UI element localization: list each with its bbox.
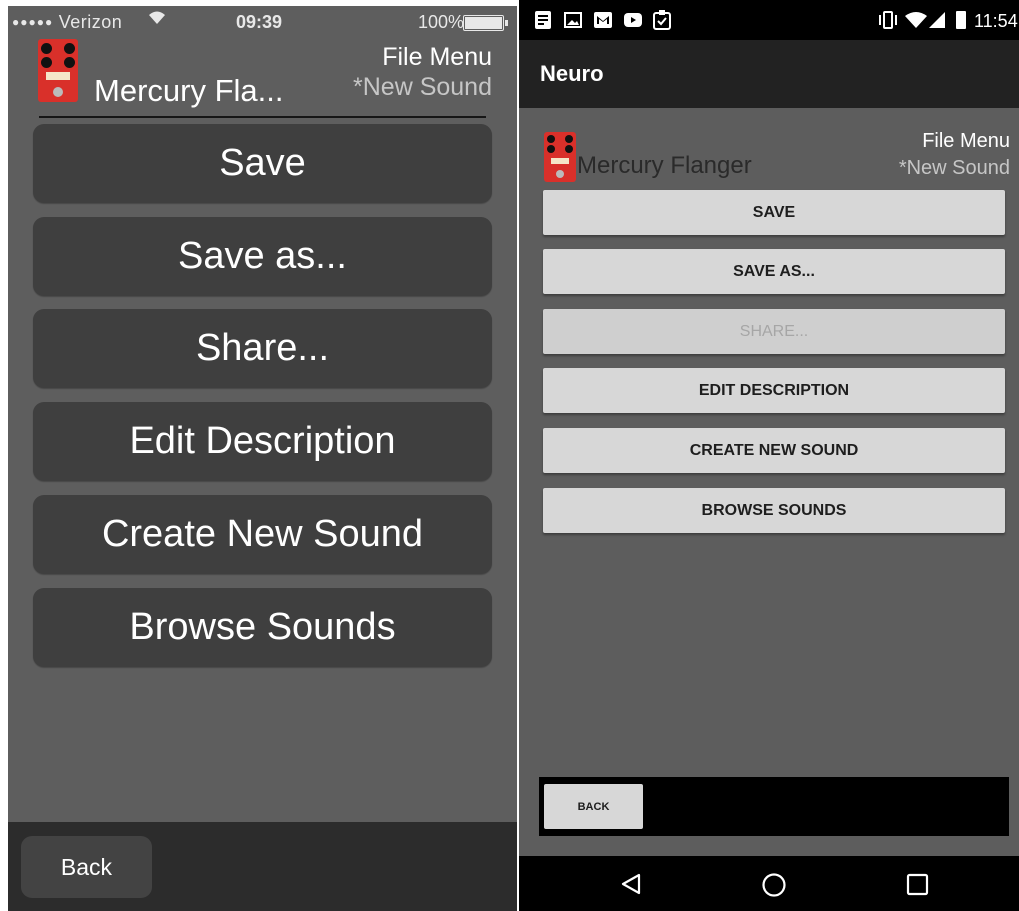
carrier-name: Verizon	[58, 12, 123, 32]
android-screen: 11:54 Neuro Mercury Flanger File Menu *N…	[519, 0, 1019, 911]
cell-signal-icon	[929, 12, 945, 28]
share-button[interactable]: SHARE...	[543, 309, 1005, 354]
sound-subtitle: *New Sound	[353, 73, 492, 101]
vibrate-icon	[879, 11, 897, 29]
app-title: Neuro	[540, 61, 604, 86]
image-icon	[564, 12, 582, 28]
create-new-sound-button[interactable]: Create New Sound	[33, 495, 492, 574]
back-triangle-icon[interactable]	[619, 872, 643, 896]
recents-square-icon[interactable]	[906, 873, 930, 897]
sound-title: Mercury Flanger	[577, 152, 752, 179]
wifi-icon	[905, 12, 927, 28]
android-content: Mercury Flanger File Menu *New Sound SAV…	[519, 108, 1019, 856]
back-bar: BACK	[539, 777, 1009, 836]
header-divider	[39, 116, 486, 118]
wifi-icon	[148, 10, 166, 31]
sound-title: Mercury Fla...	[94, 73, 284, 108]
signal-dots: ●●●●●	[12, 15, 54, 29]
sound-subtitle: *New Sound	[898, 157, 1010, 179]
notes-icon	[535, 11, 551, 29]
app-bar: Neuro	[519, 40, 1019, 108]
battery-percent: 100%	[418, 12, 465, 32]
carrier: ●●●●● Verizon	[12, 12, 122, 33]
ios-status-bar: ●●●●● Verizon 09:39 100%	[8, 6, 517, 38]
home-circle-icon[interactable]	[761, 872, 787, 898]
browse-sounds-button[interactable]: Browse Sounds	[33, 588, 492, 667]
save-as-button[interactable]: SAVE AS...	[543, 249, 1005, 294]
save-button[interactable]: Save	[33, 124, 492, 203]
battery-icon	[956, 11, 966, 29]
save-as-button[interactable]: Save as...	[33, 217, 492, 296]
browse-sounds-button[interactable]: BROWSE SOUNDS	[543, 488, 1005, 533]
edit-description-button[interactable]: EDIT DESCRIPTION	[543, 368, 1005, 413]
battery-fill	[465, 17, 502, 29]
edit-description-button[interactable]: Edit Description	[33, 402, 492, 481]
clipboard-check-icon	[653, 10, 671, 30]
pedal-icon	[38, 39, 78, 102]
android-time: 11:54	[974, 11, 1018, 31]
create-new-sound-button[interactable]: CREATE NEW SOUND	[543, 428, 1005, 473]
pedal-icon	[544, 132, 576, 182]
android-status-bar: 11:54	[519, 0, 1019, 40]
file-menu-label: File Menu	[382, 43, 492, 71]
share-button[interactable]: Share...	[33, 309, 492, 388]
ios-bottom-bar: Back	[8, 822, 517, 911]
gmail-icon	[594, 12, 612, 28]
back-button[interactable]: Back	[21, 836, 152, 898]
battery-icon	[463, 15, 504, 31]
back-button[interactable]: BACK	[544, 784, 643, 829]
battery-tip	[505, 20, 508, 26]
ios-time: 09:39	[236, 12, 283, 32]
ios-screen: ●●●●● Verizon 09:39 100% Mercury Fla... …	[8, 6, 517, 911]
save-button[interactable]: SAVE	[543, 190, 1005, 235]
youtube-icon	[624, 13, 642, 27]
file-menu-label: File Menu	[922, 130, 1010, 152]
android-nav-bar	[519, 856, 1019, 911]
